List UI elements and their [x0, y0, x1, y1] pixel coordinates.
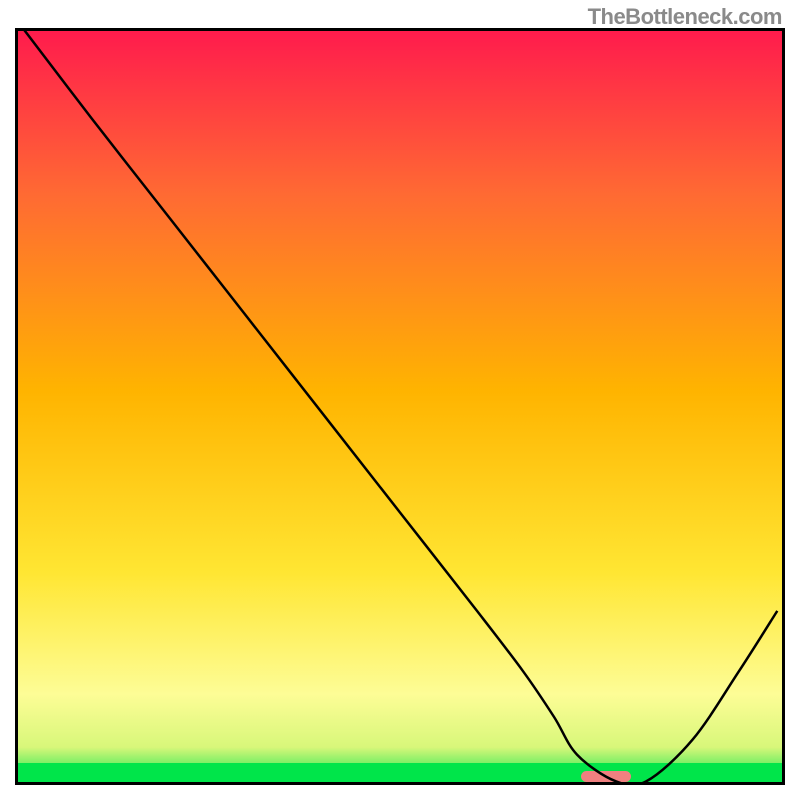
attribution-text: TheBottleneck.com — [588, 4, 782, 30]
chart-plot-area — [15, 28, 785, 785]
chart-curve-svg — [15, 28, 785, 785]
bottleneck-curve — [23, 28, 778, 785]
